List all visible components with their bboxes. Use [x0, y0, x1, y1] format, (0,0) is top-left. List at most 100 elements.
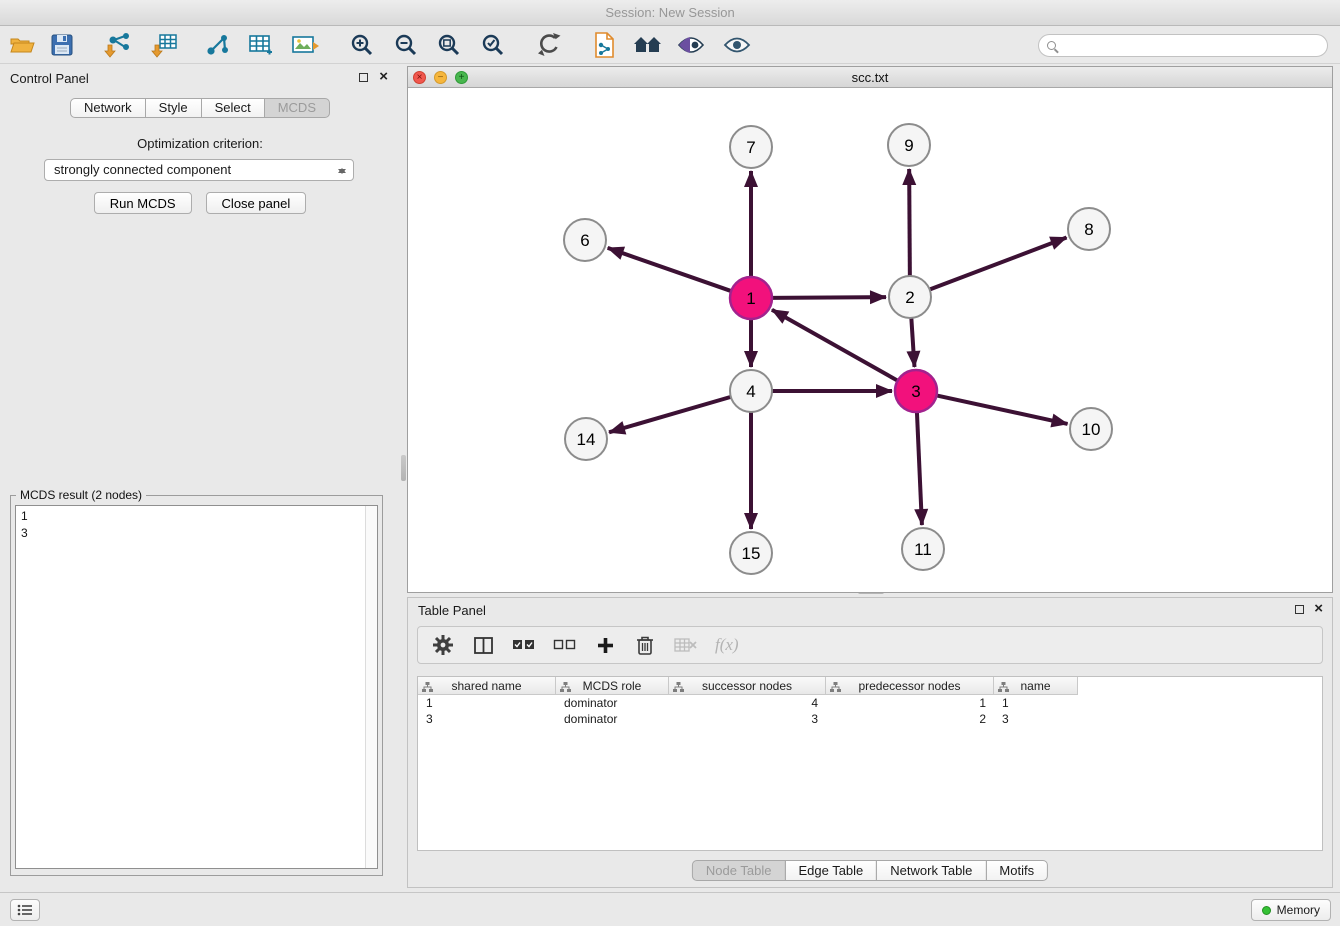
style-preview-icon[interactable]: [672, 28, 710, 62]
mcds-result-text: 1 3: [21, 508, 28, 542]
tab-node-table[interactable]: Node Table: [692, 860, 786, 881]
graph-node-9[interactable]: 9: [888, 124, 930, 166]
mcds-result-title: MCDS result (2 nodes): [16, 488, 146, 502]
graph-node-7[interactable]: 7: [730, 126, 772, 168]
table-cell[interactable]: 2: [826, 711, 994, 727]
zoom-selected-icon[interactable]: [474, 28, 512, 62]
show-graphics-details-icon[interactable]: [718, 28, 756, 62]
run-mcds-button[interactable]: Run MCDS: [94, 192, 192, 214]
zoom-out-icon[interactable]: [387, 28, 425, 62]
float-window-icon[interactable]: [359, 73, 368, 82]
graph-edge-2-3[interactable]: [911, 318, 914, 367]
graph-edge-3-1[interactable]: [772, 310, 898, 381]
tab-edge-table[interactable]: Edge Table: [784, 860, 877, 881]
graph-edge-2-9[interactable]: [909, 169, 910, 276]
list-icon: [17, 904, 33, 916]
column-header-mcds-role[interactable]: MCDS role: [556, 677, 669, 695]
graph-node-14[interactable]: 14: [565, 418, 607, 460]
delete-row-icon[interactable]: [634, 633, 656, 657]
table-row[interactable]: 1dominator411: [418, 695, 1322, 711]
network-graph[interactable]: 7 9 6 8 1 2 4 3 10 14 15 11: [408, 88, 1332, 592]
table-cell[interactable]: 1: [994, 695, 1078, 711]
table-cell[interactable]: 1: [826, 695, 994, 711]
table-row[interactable]: 3dominator323: [418, 711, 1322, 727]
maximize-window-icon[interactable]: +: [455, 71, 468, 84]
close-window-icon[interactable]: ×: [413, 71, 426, 84]
svg-text:4: 4: [746, 382, 755, 401]
graph-edge-1-2[interactable]: [772, 297, 886, 298]
graph-edge-2-8[interactable]: [930, 238, 1067, 290]
tab-network[interactable]: Network: [70, 98, 146, 118]
tab-select[interactable]: Select: [201, 98, 265, 118]
refresh-view-icon[interactable]: [530, 28, 568, 62]
unselect-all-icon[interactable]: [553, 633, 576, 657]
network-window-titlebar[interactable]: × − + scc.txt: [408, 67, 1332, 88]
zoom-fit-icon[interactable]: [430, 28, 468, 62]
search-input[interactable]: [1064, 37, 1319, 54]
table-cell[interactable]: 3: [669, 711, 826, 727]
float-table-panel-icon[interactable]: [1295, 605, 1304, 614]
memory-button-label: Memory: [1277, 903, 1320, 917]
graph-edge-3-10[interactable]: [937, 395, 1068, 423]
column-header-predecessor-nodes[interactable]: predecessor nodes: [826, 677, 994, 695]
result-scrollbar[interactable]: [365, 506, 377, 868]
apply-layout-icon[interactable]: [629, 28, 667, 62]
graph-edge-4-14[interactable]: [609, 397, 731, 432]
graph-node-3[interactable]: 3: [895, 370, 937, 412]
tab-motifs[interactable]: Motifs: [985, 860, 1048, 881]
export-image-icon[interactable]: [286, 28, 324, 62]
search-box[interactable]: [1038, 34, 1328, 57]
table-cell[interactable]: 4: [669, 695, 826, 711]
tab-mcds[interactable]: MCDS: [264, 98, 330, 118]
criterion-dropdown[interactable]: strongly connected component: [44, 159, 354, 181]
column-header-shared-name[interactable]: shared name: [418, 677, 556, 695]
close-table-panel-icon[interactable]: ×: [1314, 600, 1323, 618]
close-panel-icon[interactable]: ×: [379, 68, 388, 86]
close-panel-button[interactable]: Close panel: [206, 192, 307, 214]
select-all-icon[interactable]: [512, 633, 535, 657]
window-titlebar[interactable]: Session: New Session: [0, 0, 1340, 26]
column-header-name[interactable]: name: [994, 677, 1078, 695]
node-table[interactable]: shared nameMCDS rolesuccessor nodesprede…: [417, 676, 1323, 851]
table-cell[interactable]: 1: [418, 695, 556, 711]
network-canvas[interactable]: 7 9 6 8 1 2 4 3 10 14 15 11: [408, 88, 1332, 592]
delete-column-icon[interactable]: [674, 633, 697, 657]
function-builder-icon[interactable]: f(x): [715, 633, 739, 657]
mcds-result-area[interactable]: 1 3: [15, 505, 378, 869]
zoom-in-icon[interactable]: [343, 28, 381, 62]
svg-text:7: 7: [746, 138, 755, 157]
clone-network-icon[interactable]: [585, 28, 623, 62]
graph-edge-3-11[interactable]: [917, 412, 922, 525]
table-cell[interactable]: dominator: [556, 695, 669, 711]
table-cell[interactable]: 3: [994, 711, 1078, 727]
tab-network-table[interactable]: Network Table: [876, 860, 986, 881]
graph-node-10[interactable]: 10: [1070, 408, 1112, 450]
new-table-icon[interactable]: [242, 28, 280, 62]
column-header-successor-nodes[interactable]: successor nodes: [669, 677, 826, 695]
tab-style[interactable]: Style: [145, 98, 202, 118]
import-network-icon[interactable]: [99, 28, 137, 62]
graph-node-15[interactable]: 15: [730, 532, 772, 574]
horizontal-splitter-handle[interactable]: [401, 455, 406, 481]
save-session-icon[interactable]: [43, 28, 81, 62]
table-cell[interactable]: 3: [418, 711, 556, 727]
graph-node-11[interactable]: 11: [902, 528, 944, 570]
open-folder-icon[interactable]: [3, 28, 41, 62]
minimize-window-icon[interactable]: −: [434, 71, 447, 84]
graph-node-8[interactable]: 8: [1068, 208, 1110, 250]
task-history-button[interactable]: [10, 899, 40, 921]
graph-node-2[interactable]: 2: [889, 276, 931, 318]
memory-button[interactable]: Memory: [1251, 899, 1331, 921]
show-columns-icon[interactable]: [472, 633, 494, 657]
new-network-icon[interactable]: [199, 28, 237, 62]
graph-node-6[interactable]: 6: [564, 219, 606, 261]
add-column-icon[interactable]: [594, 633, 616, 657]
table-cell[interactable]: dominator: [556, 711, 669, 727]
graph-node-4[interactable]: 4: [730, 370, 772, 412]
sort-icon: [830, 681, 841, 695]
import-table-icon[interactable]: [145, 28, 183, 62]
gear-icon[interactable]: [432, 633, 454, 657]
chevron-updown-icon: [338, 164, 346, 178]
graph-edge-1-6[interactable]: [608, 248, 732, 291]
graph-node-1[interactable]: 1: [730, 277, 772, 319]
